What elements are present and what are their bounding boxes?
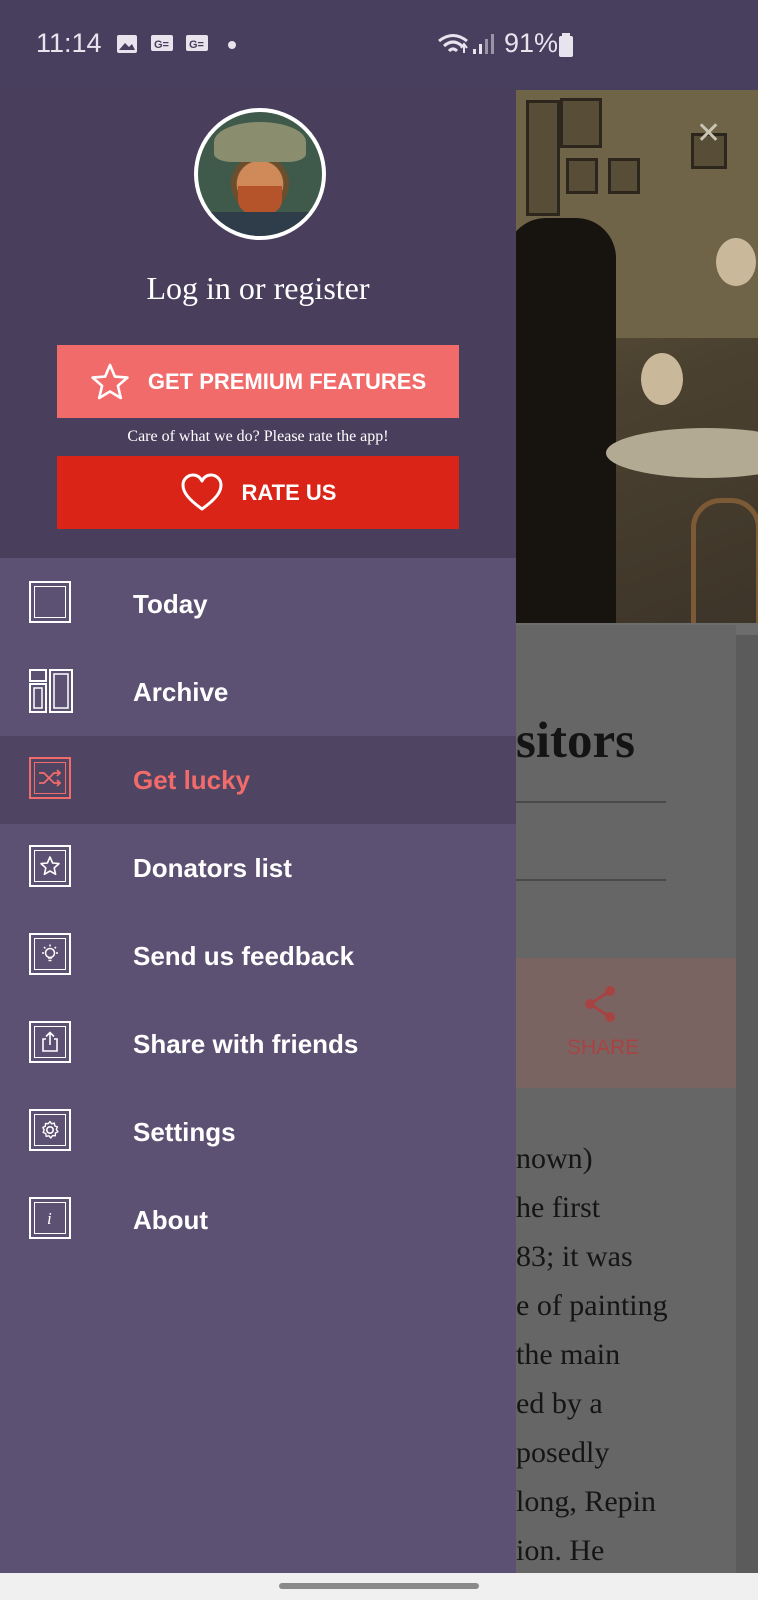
dot-icon [228,41,236,49]
navigation-drawer: Log in or register GET PREMIUM FEATURES … [0,0,516,1573]
star-icon [29,845,71,887]
painting-chair [691,498,758,623]
menu-item-label: Donators list [133,853,292,883]
avatar-hat [214,122,306,162]
article-body-line: ion. He [516,1534,605,1567]
article-body-line: he first [516,1191,601,1224]
painting-child [641,353,683,405]
status-bar: 11:14 G= G= 91% [0,0,758,90]
painting-child [716,238,756,286]
lightbulb-icon [29,933,71,975]
share-label[interactable]: SHARE [567,1036,639,1060]
article-body-line: nown) [516,1142,593,1175]
close-icon[interactable]: ✕ [696,116,721,151]
painting-frame [566,158,598,194]
menu-item-settings[interactable]: Settings [0,1088,516,1176]
menu-item-send-feedback[interactable]: Send us feedback [0,912,516,1000]
battery-icon [559,33,573,57]
svg-text:G=: G= [189,39,204,51]
share-icon[interactable] [582,985,618,1023]
info-icon: i [29,1197,71,1239]
article-title: sitors [516,713,635,769]
article-body-line: posedly [516,1436,610,1469]
news-icon: G= [186,35,208,51]
menu-item-archive[interactable]: Archive [0,648,516,736]
rate-us-label: RATE US [241,479,337,505]
star-icon [91,363,129,399]
gear-icon [29,1109,71,1151]
menu-item-label: Send us feedback [133,941,355,971]
article-body-line: ed by a [516,1387,603,1420]
article-card-edge [736,635,758,1600]
menu-item-label: Today [133,589,208,619]
painting-frame [560,98,602,148]
painting-table [606,428,758,478]
svg-text:G=: G= [154,39,169,51]
status-time: 11:14 [36,28,102,58]
get-premium-label: GET PREMIUM FEATURES [147,368,427,394]
menu-item-today[interactable]: Today [0,560,516,648]
article-painting-image [516,78,758,623]
square-icon [29,581,71,623]
menu-item-about[interactable]: i About [0,1176,516,1264]
menu-item-share-friends[interactable]: Share with friends [0,1000,516,1088]
article-body: nown) he first 83; it was e of painting … [516,1134,736,1575]
article-body-line: the main [516,1338,621,1371]
home-gesture-handle[interactable] [279,1583,479,1589]
drawer-menu: Today Archive Get lucky Donators list Se… [0,560,516,1264]
article-body-line: 83; it was [516,1240,633,1273]
article-action-bar [516,958,736,1088]
avatar[interactable] [194,108,326,240]
share-upload-icon [29,1021,71,1063]
get-premium-button[interactable]: GET PREMIUM FEATURES [57,345,459,418]
painting-frame [608,158,640,194]
article-divider [516,879,666,881]
avatar-coat [198,212,322,236]
signal-icon [473,34,494,54]
shuffle-icon [29,757,71,799]
menu-item-label: Archive [133,677,229,707]
rate-us-button[interactable]: RATE US [57,456,459,529]
article-body-line: long, Repin [516,1485,656,1518]
article-body-line: e of painting [516,1289,668,1322]
system-navigation-bar [0,1573,758,1600]
heart-icon [181,473,223,510]
battery-percent: 91% [504,28,559,58]
menu-item-label: Get lucky [133,765,251,795]
menu-item-donators-list[interactable]: Donators list [0,824,516,912]
news-icon: G= [151,35,173,51]
menu-item-get-lucky[interactable]: Get lucky [0,736,516,824]
menu-item-label: Share with friends [133,1029,359,1059]
image-icon [117,35,137,53]
rate-hint-text: Care of what we do? Please rate the app! [127,428,389,445]
menu-item-label: About [133,1205,209,1235]
login-register-link[interactable]: Log in or register [0,270,516,307]
painting-frame [526,100,560,216]
svg-text:i: i [47,1209,52,1228]
wifi-icon [438,34,468,53]
menu-item-label: Settings [133,1117,236,1147]
painting-figure [516,218,616,623]
article-divider [516,801,666,803]
archive-icon [29,669,73,713]
